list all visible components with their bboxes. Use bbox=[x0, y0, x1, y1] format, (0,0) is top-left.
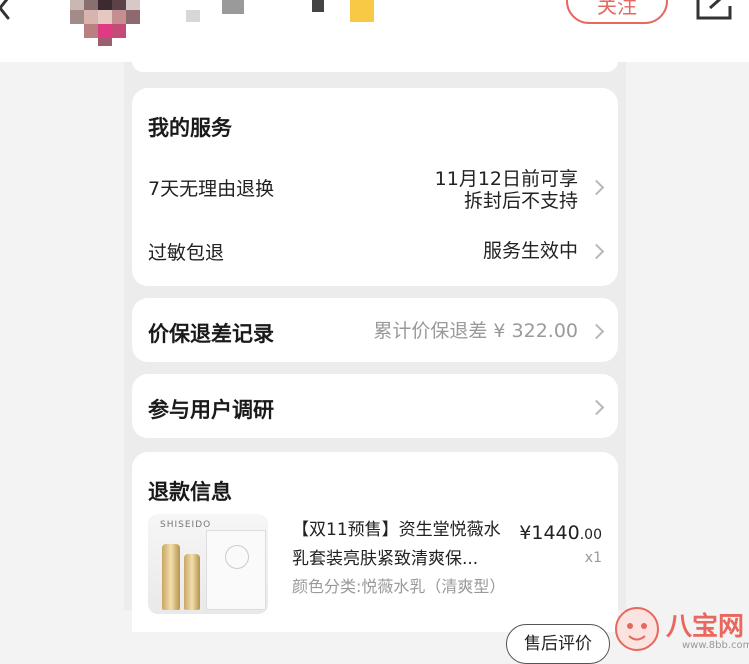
services-title: 我的服务 bbox=[148, 116, 232, 140]
watermark-logo-icon bbox=[615, 607, 659, 651]
refund-title: 退款信息 bbox=[148, 480, 232, 504]
service-row-value: 服务生效中 bbox=[482, 240, 578, 262]
nickname-pixel bbox=[186, 10, 200, 22]
chevron-right-icon bbox=[588, 323, 605, 340]
after-sale-review-button[interactable]: 售后评价 bbox=[506, 624, 610, 664]
watermark-url: www.8bb.com bbox=[682, 640, 749, 651]
survey-card[interactable]: 参与用户调研 bbox=[132, 374, 618, 438]
nickname-pixel bbox=[312, 0, 324, 12]
content-column: 我的服务 7天无理由退换 11月12日前可享 拆封后不支持 过敏包退 服务生效中… bbox=[124, 50, 626, 632]
services-card: 我的服务 7天无理由退换 11月12日前可享 拆封后不支持 过敏包退 服务生效中 bbox=[132, 88, 618, 286]
price-main: ¥1440 bbox=[519, 522, 580, 544]
chevron-right-icon bbox=[588, 399, 605, 416]
bottle-image bbox=[162, 544, 180, 610]
avatar[interactable] bbox=[70, 0, 144, 46]
product-title[interactable]: 【双11预售】资生堂悦薇水乳套装亮肤紧致清爽保... bbox=[292, 516, 512, 574]
back-arrow-icon[interactable] bbox=[0, 0, 26, 24]
product-image[interactable]: SHISEIDO bbox=[148, 514, 268, 614]
chevron-right-icon bbox=[588, 179, 605, 196]
badge-pixel bbox=[350, 0, 374, 22]
product-box-image bbox=[206, 530, 266, 610]
chevron-right-icon bbox=[588, 243, 605, 260]
service-row-label: 过敏包退 bbox=[148, 242, 225, 264]
watermark-text: 八宝网 bbox=[666, 612, 745, 642]
service-row-value-line1: 11月12日前可享 bbox=[434, 168, 578, 190]
nickname-pixel bbox=[222, 0, 244, 14]
follow-button[interactable]: 关注 bbox=[566, 0, 668, 24]
price-decimal: .00 bbox=[579, 527, 602, 543]
product-spec: 颜色分类:悦薇水乳（清爽型） bbox=[292, 577, 506, 596]
product-price: ¥1440.00 bbox=[519, 522, 602, 544]
price-protection-value: 累计价保退差 ¥ 322.00 bbox=[373, 320, 578, 342]
survey-label: 参与用户调研 bbox=[148, 398, 274, 422]
brand-logo: SHISEIDO bbox=[160, 520, 212, 530]
price-protection-card[interactable]: 价保退差记录 累计价保退差 ¥ 322.00 bbox=[132, 298, 618, 362]
service-row-label: 7天无理由退换 bbox=[148, 178, 275, 200]
box-emblem bbox=[225, 545, 249, 569]
service-row-value: 11月12日前可享 拆封后不支持 bbox=[435, 168, 578, 212]
refund-card: 退款信息 SHISEIDO 【双11预售】资生堂悦薇水乳套装亮肤紧致清爽保...… bbox=[132, 452, 618, 632]
product-quantity: x1 bbox=[584, 550, 602, 566]
price-protection-label: 价保退差记录 bbox=[148, 322, 274, 346]
bottle-image bbox=[184, 554, 200, 610]
service-row-value-line2: 拆封后不支持 bbox=[463, 190, 578, 212]
share-icon[interactable] bbox=[694, 0, 736, 22]
previous-card bbox=[132, 50, 618, 72]
